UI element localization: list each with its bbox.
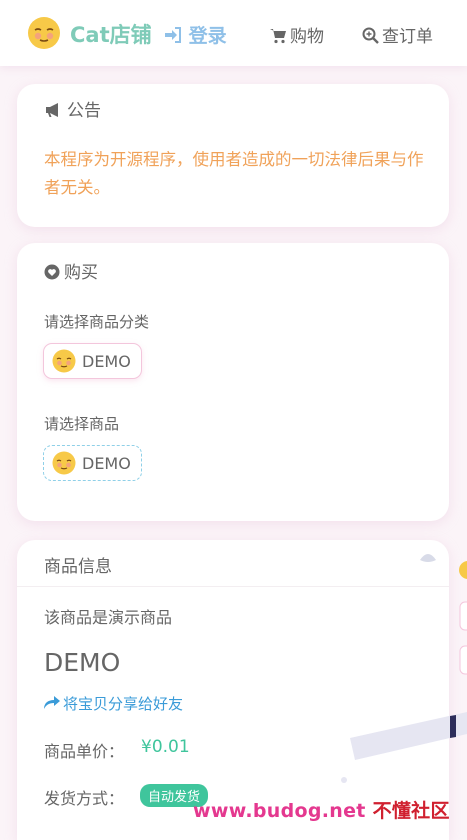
heart-icon <box>44 264 60 280</box>
category-option-label: DEMO <box>82 351 131 371</box>
nav-shop-label: 购物 <box>290 27 324 47</box>
share-link[interactable]: 将宝贝分享给好友 <box>44 693 183 714</box>
delivery-label: 发货方式： <box>44 789 125 808</box>
product-option-label: DEMO <box>82 453 131 473</box>
logo-emoji-icon[interactable] <box>27 16 61 50</box>
megaphone-icon <box>46 103 58 117</box>
category-label: 请选择商品分类 <box>44 313 150 331</box>
share-link-label: 将宝贝分享给好友 <box>63 695 184 713</box>
mascot-illustration <box>341 554 467 783</box>
product-name: DEMO <box>44 648 121 677</box>
price-label: 商品单价： <box>44 742 125 761</box>
buy-title-label: 购买 <box>64 263 98 283</box>
watermark-name: 不懂社区 <box>372 800 450 822</box>
watermark: www.budog.net 不懂社区 <box>193 796 450 823</box>
nav-query-order-label: 查订单 <box>382 27 433 47</box>
nav-query-order[interactable]: 查订单 <box>362 22 433 47</box>
sign-in-icon <box>165 27 181 43</box>
buy-title: 购买 <box>44 258 98 283</box>
notice-text: 本程序为开源程序，使用者造成的一切法律后果与作者无关。 <box>44 150 424 197</box>
emoji-icon <box>52 451 76 475</box>
notice-title: 公告 <box>44 96 101 121</box>
login-link[interactable]: 登录 <box>164 21 227 48</box>
login-label: 登录 <box>188 25 227 47</box>
product-description: 该商品是演示商品 <box>44 608 173 627</box>
search-icon <box>362 27 379 44</box>
price-value: ¥0.01 <box>141 737 190 757</box>
brand-name[interactable]: Cat店铺 <box>70 19 152 49</box>
share-arrow-icon <box>44 696 60 709</box>
top-nav-bar: Cat店铺 登录 购物 查订单 <box>0 0 467 66</box>
emoji-icon <box>52 349 76 373</box>
buy-card: 购买 请选择商品分类 DEMO 请选择商品 DEMO <box>17 243 449 521</box>
notice-title-label: 公告 <box>67 101 101 121</box>
nav-shop[interactable]: 购物 <box>269 22 324 47</box>
product-label: 请选择商品 <box>44 415 120 433</box>
notice-card: 公告 本程序为开源程序，使用者造成的一切法律后果与作者无关。 <box>17 84 449 227</box>
product-option-demo[interactable]: DEMO <box>43 445 142 481</box>
product-info-title: 商品信息 <box>44 557 112 577</box>
watermark-site: www.budog.net <box>193 800 366 822</box>
category-option-demo[interactable]: DEMO <box>43 343 142 379</box>
cart-icon <box>270 29 286 44</box>
